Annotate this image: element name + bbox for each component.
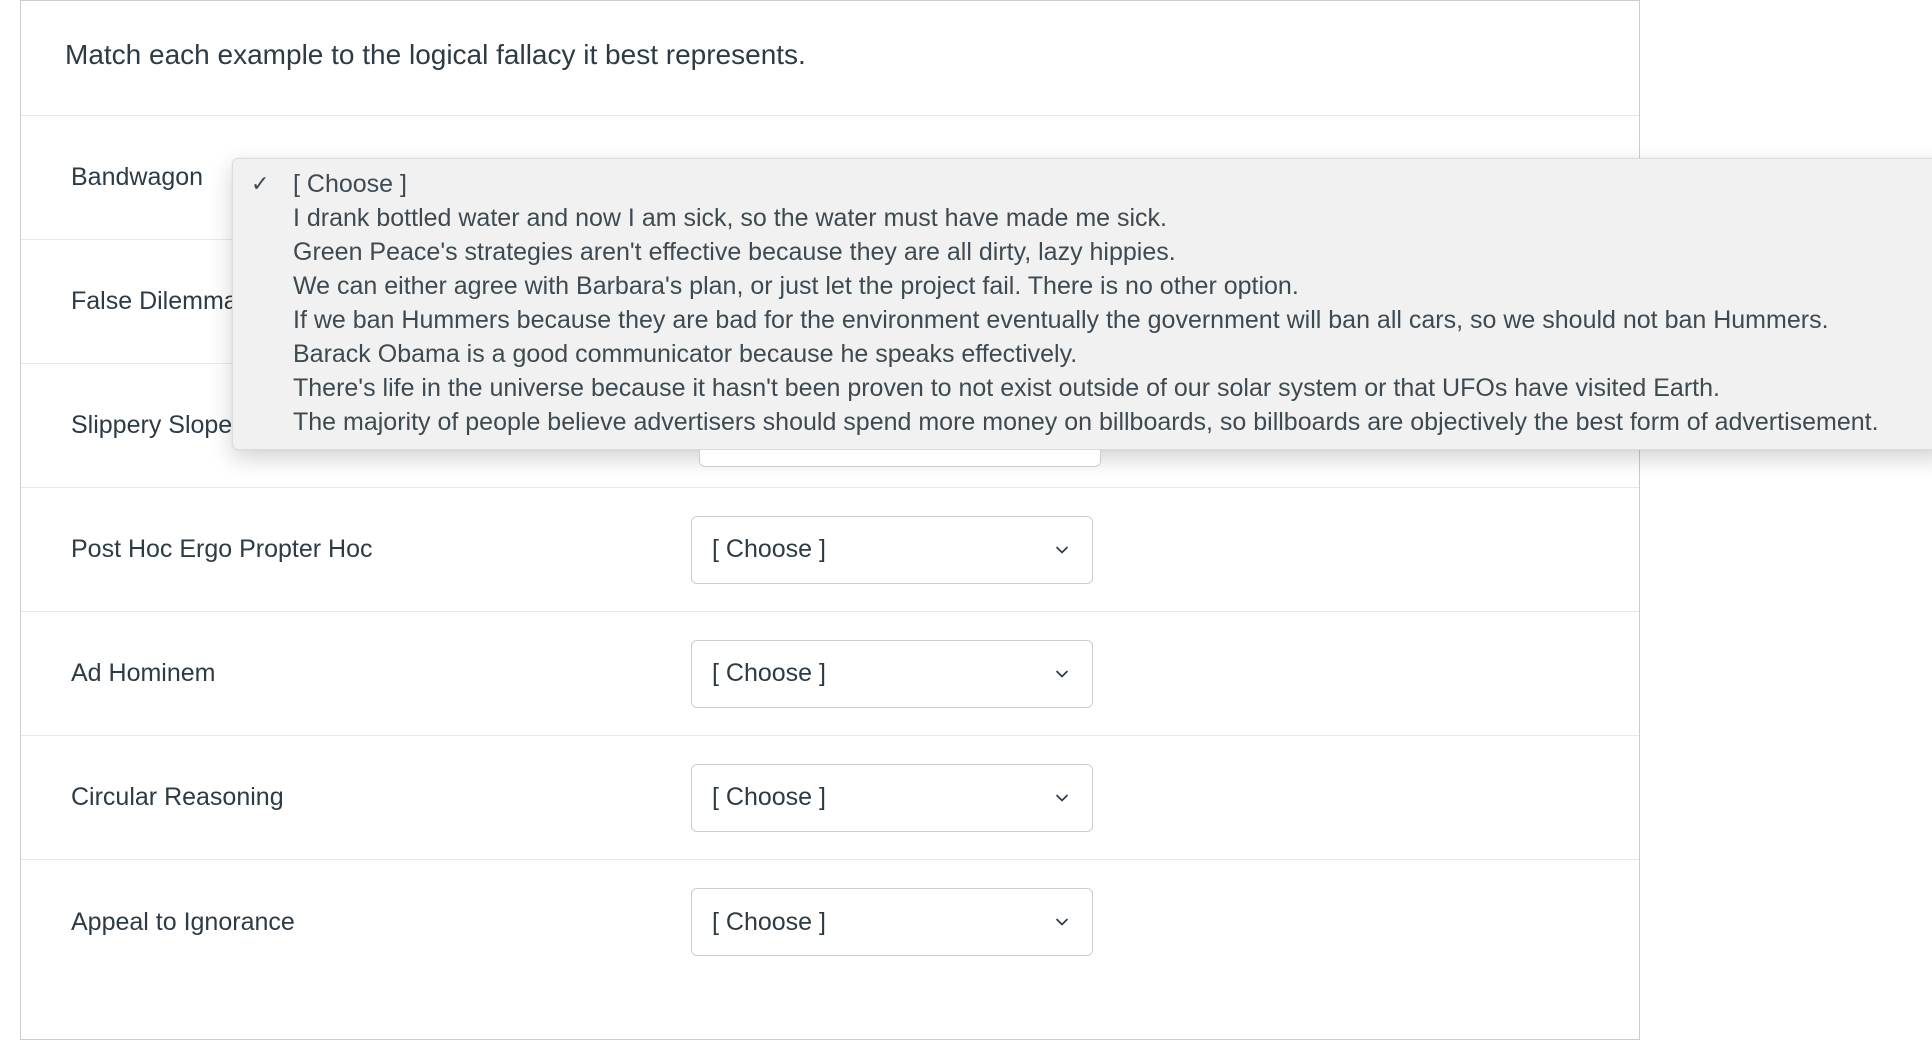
option-label: Green Peace's strategies aren't effectiv… xyxy=(293,238,1176,267)
dropdown-option-5[interactable]: Barack Obama is a good communicator beca… xyxy=(233,337,1932,371)
select-circular-reasoning[interactable]: [ Choose ] xyxy=(691,764,1093,832)
chevron-down-icon xyxy=(1052,912,1072,932)
chevron-down-icon xyxy=(1052,788,1072,808)
option-label: [ Choose ] xyxy=(293,170,407,199)
select-post-hoc[interactable]: [ Choose ] xyxy=(691,516,1093,584)
match-row-circular-reasoning: Circular Reasoning [ Choose ] xyxy=(21,736,1639,860)
row-label: Post Hoc Ergo Propter Hoc xyxy=(71,535,691,564)
check-icon: ✓ xyxy=(251,171,269,197)
dropdown-option-3[interactable]: We can either agree with Barbara's plan,… xyxy=(233,269,1932,303)
dropdown-option-7[interactable]: The majority of people believe advertise… xyxy=(233,405,1932,439)
match-row-appeal-to-ignorance: Appeal to Ignorance [ Choose ] xyxy=(21,860,1639,984)
question-prompt: Match each example to the logical fallac… xyxy=(21,1,1639,116)
dropdown-option-4[interactable]: If we ban Hummers because they are bad f… xyxy=(233,303,1932,337)
option-label: There's life in the universe because it … xyxy=(293,374,1720,403)
select-value: [ Choose ] xyxy=(712,535,826,564)
match-row-post-hoc: Post Hoc Ergo Propter Hoc [ Choose ] xyxy=(21,488,1639,612)
select-value: [ Choose ] xyxy=(712,783,826,812)
option-label: I drank bottled water and now I am sick,… xyxy=(293,204,1167,233)
dropdown-option-6[interactable]: There's life in the universe because it … xyxy=(233,371,1932,405)
select-value: [ Choose ] xyxy=(712,908,826,937)
option-label: If we ban Hummers because they are bad f… xyxy=(293,306,1829,335)
select-appeal-to-ignorance[interactable]: [ Choose ] xyxy=(691,888,1093,956)
option-label: Barack Obama is a good communicator beca… xyxy=(293,340,1077,369)
dropdown-option-1[interactable]: I drank bottled water and now I am sick,… xyxy=(233,201,1932,235)
select-value: [ Choose ] xyxy=(712,659,826,688)
dropdown-option-2[interactable]: Green Peace's strategies aren't effectiv… xyxy=(233,235,1932,269)
option-label: We can either agree with Barbara's plan,… xyxy=(293,272,1299,301)
select-ad-hominem[interactable]: [ Choose ] xyxy=(691,640,1093,708)
question-card: Match each example to the logical fallac… xyxy=(20,0,1640,1040)
row-label: Circular Reasoning xyxy=(71,783,691,812)
chevron-down-icon xyxy=(1052,540,1072,560)
option-label: The majority of people believe advertise… xyxy=(293,408,1879,437)
dropdown-option-choose[interactable]: ✓ [ Choose ] xyxy=(233,167,1932,201)
dropdown-bandwagon-open[interactable]: ✓ [ Choose ] I drank bottled water and n… xyxy=(232,158,1932,450)
row-label: Appeal to Ignorance xyxy=(71,908,691,937)
match-row-ad-hominem: Ad Hominem [ Choose ] xyxy=(21,612,1639,736)
row-label: Ad Hominem xyxy=(71,659,691,688)
chevron-down-icon xyxy=(1052,664,1072,684)
